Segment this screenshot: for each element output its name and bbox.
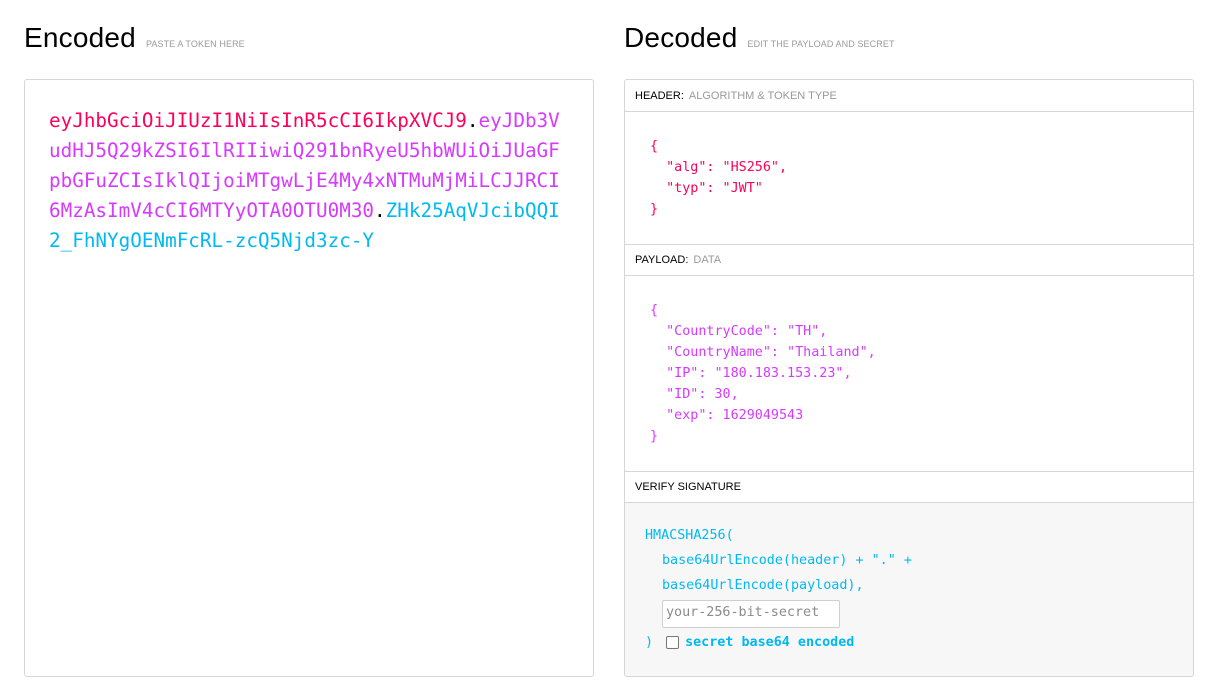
header-section-bar: HEADER: ALGORITHM & TOKEN TYPE (625, 80, 1193, 112)
payload-section-bar: PAYLOAD: DATA (625, 244, 1193, 276)
encoded-title: Encoded (24, 22, 136, 53)
token-dot: . (466, 109, 479, 132)
decoded-title: Decoded (624, 22, 738, 53)
decoded-panel: HEADER: ALGORITHM & TOKEN TYPE { "alg": … (624, 79, 1194, 677)
header-section-sublabel: ALGORITHM & TOKEN TYPE (688, 89, 837, 102)
payload-section-label: PAYLOAD: (635, 254, 689, 266)
decoded-subtitle: EDIT THE PAYLOAD AND SECRET (747, 39, 895, 49)
verify-signature-panel: HMACSHA256( base64UrlEncode(header) + ".… (625, 503, 1193, 676)
payload-json-editor[interactable]: { "CountryCode": "TH", "CountryName": "T… (625, 276, 1193, 471)
encoded-heading: Encoded PASTE A TOKEN HERE (24, 0, 594, 79)
hmac-payload-line: base64UrlEncode(payload), (662, 578, 864, 593)
token-header-part: eyJhbGciOiJIUzI1NiIsInR5cCI6IkpXVCJ9 (49, 109, 467, 132)
base64-encoded-checkbox[interactable] (666, 635, 680, 649)
secret-input[interactable]: your-256-bit-secret (662, 600, 840, 628)
hmac-header-line: base64UrlEncode(header) + "." + (662, 553, 912, 568)
encoded-subtitle: PASTE A TOKEN HERE (145, 39, 245, 49)
payload-section-sublabel: DATA (693, 254, 722, 266)
verify-section-bar: VERIFY SIGNATURE (625, 471, 1193, 503)
decoded-column: Decoded EDIT THE PAYLOAD AND SECRET HEAD… (624, 0, 1194, 677)
token-dot: . (374, 199, 386, 222)
encoded-column: Encoded PASTE A TOKEN HERE eyJhbGciOiJIU… (24, 0, 594, 677)
verify-section-label: VERIFY SIGNATURE (635, 481, 741, 493)
encoded-token-editor[interactable]: eyJhbGciOiJIUzI1NiIsInR5cCI6IkpXVCJ9.eyJ… (24, 79, 594, 677)
base64-encoded-checkbox-label[interactable]: secret base64 encoded (685, 635, 854, 650)
decoded-heading: Decoded EDIT THE PAYLOAD AND SECRET (624, 0, 1194, 79)
hmac-function-open: HMACSHA256( (645, 528, 734, 543)
header-json-editor[interactable]: { "alg": "HS256", "typ": "JWT" } (625, 112, 1193, 244)
header-section-label: HEADER: (635, 89, 684, 102)
hmac-function-close: ) (645, 634, 654, 650)
